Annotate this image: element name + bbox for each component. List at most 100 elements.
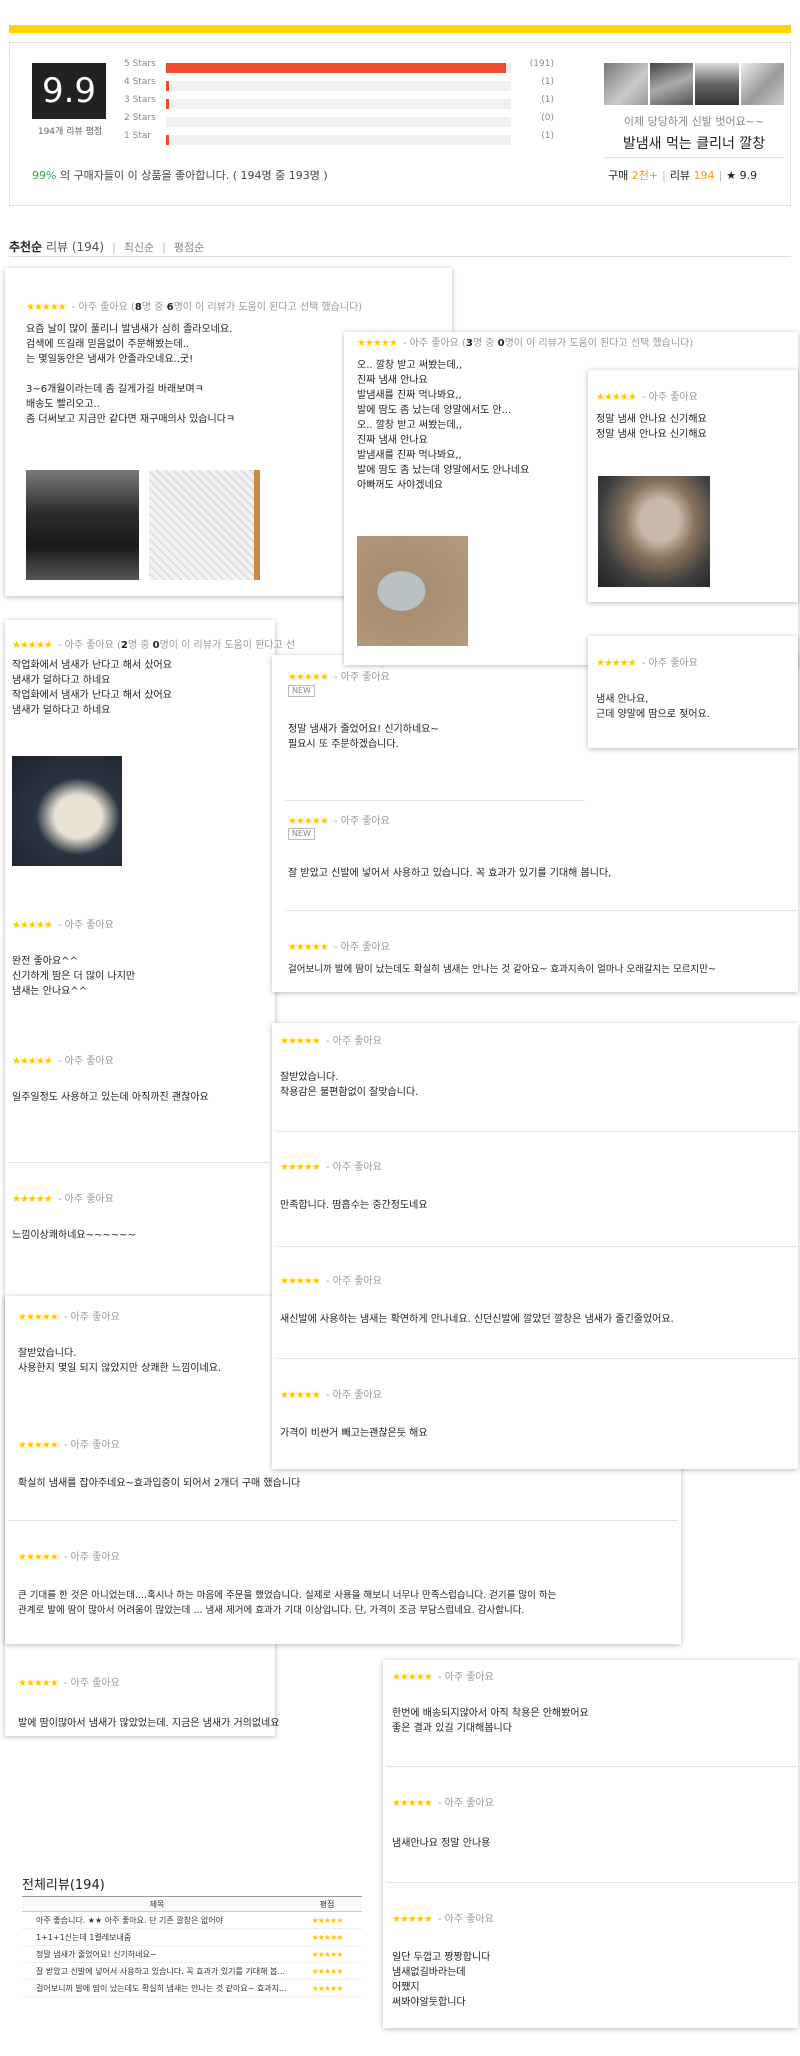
- review-photo[interactable]: [12, 756, 122, 866]
- review-text: 오.. 깔창 받고 써봤는데,, 진짜 냄새 안나요 발냄새를 진짜 먹나봐요,…: [357, 360, 530, 491]
- review-text: 일주일정도 사용하고 있는데 아직까진 괜찮아요: [12, 1092, 209, 1103]
- review-photo[interactable]: [149, 470, 260, 580]
- review-text: 느낌이상쾌하네요~~~~~~: [12, 1230, 136, 1241]
- table-header: 제목 평점: [22, 1896, 362, 1912]
- table-row[interactable]: 1+1+1신는데 1켤레보내줌 ★★★★★: [22, 1929, 362, 1946]
- sort-latest[interactable]: 최신순: [124, 241, 154, 254]
- review-text: 완전 좋아요^^ 신기하게 땀은 더 많이 나지만 냄새는 안나요^^: [12, 956, 136, 997]
- rating-label: 2 Stars: [124, 113, 156, 123]
- star-rating: ★★★★★: [311, 1933, 344, 1942]
- review-header: ★★★★★ - 아주 좋아요 (2명 중 0명이 이 리뷰가 도움이 된다고 선: [12, 640, 296, 651]
- review-header: ★★★★★ - 아주 좋아요: [18, 1552, 120, 1563]
- review-header: ★★★★★ - 아주 좋아요: [288, 816, 390, 827]
- review-subject[interactable]: 잘 받았고 신발에 넣어서 사용하고 있습니다. 꼭 효과가 있기를 기대해 봅…: [22, 1963, 292, 1979]
- rating-row: 1 Star (1): [124, 129, 554, 147]
- star-rating: ★★★★★: [12, 1056, 53, 1067]
- rating-bar-fill: [166, 81, 170, 91]
- review-header: ★★★★★ - 아주 좋아요: [18, 1440, 120, 1451]
- star-rating: ★★★★★: [392, 1798, 433, 1809]
- product-rating: ★ 9.9: [726, 169, 758, 182]
- star-rating: ★★★★★: [280, 1162, 321, 1173]
- divider: [8, 1162, 272, 1163]
- review-text: 만족합니다. 땀흡수는 중간정도네요: [280, 1200, 428, 1211]
- star-rating: ★★★★★: [311, 1950, 344, 1959]
- rating-row: 2 Stars (0): [124, 111, 554, 129]
- review-header: ★★★★★ - 아주 좋아요: [288, 672, 390, 683]
- star-rating: ★★★★★: [288, 672, 329, 683]
- star-rating: ★★★★★: [311, 1916, 344, 1925]
- rating-label: 4 Stars: [124, 77, 156, 87]
- review-header: ★★★★★ - 아주 좋아요: [280, 1036, 382, 1047]
- rating-row: 5 Stars (191): [124, 57, 554, 75]
- column-subject: 제목: [149, 1900, 165, 1909]
- review-label: 리뷰: [669, 169, 691, 182]
- rating-count: (191): [529, 59, 554, 69]
- review-subject[interactable]: 걸어보니까 발에 땀이 났는데도 확실히 냄새는 안나는 것 같아요~ 효과지.…: [22, 1980, 292, 1996]
- review-header: ★★★★★ - 아주 좋아요: [596, 392, 698, 403]
- review-text: 정말 냄새 안나요 신기해요 정말 냄새 안나요 신기해요: [596, 414, 707, 440]
- review-header: ★★★★★ - 아주 좋아요 (3명 중 0명이 이 리뷰가 도움이 된다고 선택…: [357, 338, 694, 349]
- star-rating: ★★★★★: [357, 338, 398, 349]
- divider: [604, 157, 784, 158]
- product-thumb-1[interactable]: [604, 63, 648, 105]
- sort-rating[interactable]: 평점순: [174, 241, 204, 254]
- divider: [8, 1520, 678, 1521]
- rating-bar: [166, 63, 511, 73]
- review-text: 발에 땀이많아서 냄새가 많았었는데. 지금은 냄새가 거의없네요: [18, 1718, 280, 1729]
- product-thumbnails[interactable]: [604, 63, 784, 105]
- rating-bar: [166, 117, 511, 127]
- review-text: 잘받았습니다. 착용감은 불편함없이 잘맞습니다.: [280, 1072, 419, 1098]
- review-text: 확실히 냄새를 잡아주네요~효과입증이 되어서 2개더 구매 했습니다: [18, 1478, 301, 1489]
- rating-row: 4 Stars (1): [124, 75, 554, 93]
- star-rating: ★★★★★: [392, 1914, 433, 1925]
- average-score: 9.9: [32, 63, 106, 119]
- review-photo[interactable]: [598, 476, 710, 587]
- review-subject[interactable]: 정말 냄새가 줄었어요! 신기하네요~: [22, 1946, 292, 1962]
- sort-recommended[interactable]: 추천순 리뷰 (194): [9, 240, 104, 254]
- review-subject[interactable]: 1+1+1신는데 1켤레보내줌: [22, 1929, 292, 1945]
- star-rating: ★★★★★: [288, 942, 329, 953]
- top-accent-bar: [9, 25, 791, 33]
- rating-bar-fill: [166, 135, 170, 145]
- star-rating: ★★★★★: [311, 1984, 344, 1993]
- star-rating: ★★★★★: [596, 658, 637, 669]
- table-row[interactable]: 걸어보니까 발에 땀이 났는데도 확실히 냄새는 안나는 것 같아요~ 효과지.…: [22, 1980, 362, 1997]
- star-rating: ★★★★★: [12, 640, 53, 651]
- table-row[interactable]: 아주 좋습니다. ★★ 아주 좋아요. 단 기존 깔창은 없어야 ★★★★★: [22, 1912, 362, 1929]
- satisfaction-line: 99% 의 구매자들이 이 상품을 좋아합니다. ( 194명 중 193명 ): [32, 167, 328, 183]
- review-text: 정말 냄새가 줄었어요! 신기하네요~ 필요시 또 주문하겠습니다.: [288, 724, 439, 750]
- star-rating: ★★★★★: [18, 1312, 59, 1323]
- review-header: ★★★★★ - 아주 좋아요: [392, 1914, 494, 1925]
- review-text: 냄새 안나요, 근데 양말에 땀으로 젖어요.: [596, 694, 710, 720]
- product-thumb-4[interactable]: [740, 63, 784, 105]
- star-rating: ★★★★★: [12, 1194, 53, 1205]
- all-reviews-title: 전체리뷰(194): [22, 1878, 105, 1893]
- product-thumb-2[interactable]: [649, 63, 693, 105]
- rating-bar: [166, 135, 511, 145]
- review-header: ★★★★★ - 아주 좋아요: [18, 1678, 120, 1689]
- satisfaction-text: 의 구매자들이 이 상품을 좋아합니다. ( 194명 중 193명 ): [56, 169, 328, 182]
- product-title[interactable]: 발냄새 먹는 클리너 깔창: [604, 133, 784, 153]
- review-text: 잘 받았고 신발에 넣어서 사용하고 있습니다. 꼭 효과가 있기를 기대해 봅…: [288, 868, 612, 879]
- review-text: 가격이 비싼거 빼고는괜찮은듯 해요: [280, 1428, 428, 1439]
- review-text: 새신발에 사용하는 냄새는 확연하게 안나네요. 신던신발에 깔았던 깔창은 냄…: [280, 1314, 674, 1325]
- star-rating: ★★★★★: [26, 302, 67, 313]
- review-text: 작업화에서 냄새가 난다고 해서 샀어요 냄새가 덜하다고 하네요 작업화에서 …: [12, 660, 172, 716]
- review-header: ★★★★★ - 아주 좋아요: [12, 1194, 114, 1205]
- review-photo[interactable]: [357, 536, 468, 646]
- table-row[interactable]: 잘 받았고 신발에 넣어서 사용하고 있습니다. 꼭 효과가 있기를 기대해 봅…: [22, 1963, 362, 1980]
- review-photo[interactable]: [26, 470, 139, 580]
- star-rating: ★★★★★: [280, 1036, 321, 1047]
- table-row[interactable]: 정말 냄새가 줄었어요! 신기하네요~ ★★★★★: [22, 1946, 362, 1963]
- rating-bar-fill: [166, 63, 506, 73]
- product-thumb-3[interactable]: [695, 63, 739, 105]
- review-subject[interactable]: 아주 좋습니다. ★★ 아주 좋아요. 단 기존 깔창은 없어야: [22, 1912, 292, 1928]
- product-subtitle: 이제 당당하게 신발 벗어요~~: [623, 115, 765, 128]
- review-text: 걸어보니까 발에 땀이 났는데도 확실히 냄새는 안나는 것 같아요~ 효과지속…: [288, 964, 716, 975]
- rating-count: (1): [541, 131, 554, 141]
- rating-label: 1 Star: [124, 131, 152, 141]
- rating-label: 3 Stars: [124, 95, 156, 105]
- divider: [276, 1358, 798, 1359]
- review-header: ★★★★★ - 아주 좋아요: [18, 1312, 120, 1323]
- rating-bar: [166, 81, 511, 91]
